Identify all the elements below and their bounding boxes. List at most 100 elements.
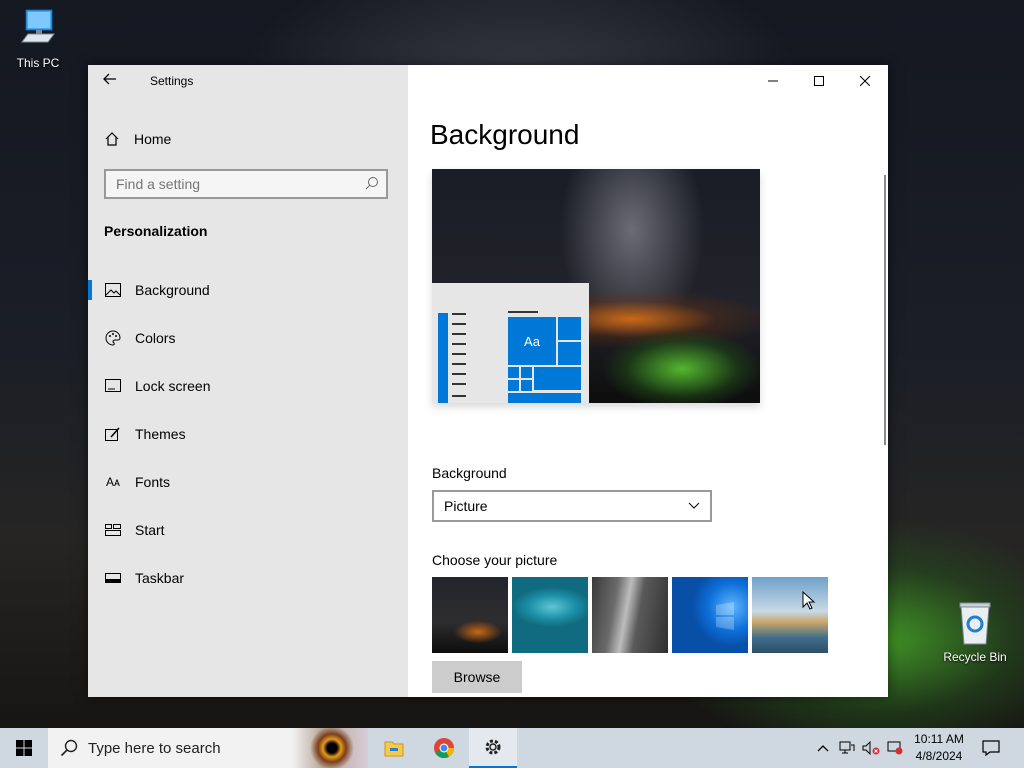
dropdown-value: Picture bbox=[444, 498, 488, 514]
search-highlight-image bbox=[292, 728, 368, 768]
sidebar-item-label: Start bbox=[135, 522, 165, 538]
action-center-button[interactable] bbox=[976, 728, 1006, 768]
preview-tile bbox=[508, 367, 519, 378]
close-icon bbox=[860, 76, 870, 86]
this-pc-desktop-icon[interactable]: This PC bbox=[0, 8, 76, 70]
preview-start-menu: Aa bbox=[432, 283, 589, 403]
home-label: Home bbox=[134, 131, 172, 147]
scrollbar[interactable] bbox=[884, 175, 886, 445]
preview-tile bbox=[521, 380, 532, 391]
preview-line bbox=[452, 373, 466, 375]
minimize-icon bbox=[768, 80, 778, 82]
clock-date: 4/8/2024 bbox=[915, 749, 963, 763]
choose-picture-label: Choose your picture bbox=[432, 552, 558, 568]
preview-line bbox=[452, 395, 466, 397]
taskbar-icon bbox=[104, 569, 122, 587]
background-type-dropdown[interactable]: Picture bbox=[432, 490, 712, 522]
main-content: Background Aa Background Picture Choose … bbox=[408, 65, 888, 697]
volume-tray-button[interactable] bbox=[860, 728, 882, 768]
preview-line bbox=[452, 313, 466, 315]
search-icon bbox=[60, 739, 78, 757]
recycle-bin-desktop-icon[interactable]: Recycle Bin bbox=[937, 600, 1013, 664]
back-button[interactable] bbox=[98, 71, 122, 91]
preview-line bbox=[452, 323, 466, 325]
picture-icon bbox=[104, 281, 122, 299]
picture-thumbnail-beach[interactable] bbox=[752, 577, 828, 653]
taskbar-app-file-explorer[interactable] bbox=[370, 728, 418, 768]
maximize-icon bbox=[814, 76, 824, 86]
settings-icon bbox=[485, 739, 501, 755]
preview-tile bbox=[508, 393, 581, 403]
sidebar-item-fonts[interactable]: Aᴀ Fonts bbox=[88, 462, 408, 502]
page-title: Background bbox=[430, 119, 580, 150]
home-nav-item[interactable]: Home bbox=[104, 127, 171, 151]
sidebar-item-label: Colors bbox=[135, 330, 176, 346]
find-setting-input[interactable] bbox=[106, 171, 356, 197]
search-icon bbox=[365, 177, 378, 190]
find-setting-search[interactable] bbox=[104, 169, 388, 199]
sidebar-item-colors[interactable]: Colors bbox=[88, 318, 408, 358]
section-title: Personalization bbox=[104, 223, 208, 239]
sidebar-item-themes[interactable]: Themes bbox=[88, 414, 408, 454]
lock-screen-icon bbox=[104, 377, 122, 395]
device-tray-button[interactable] bbox=[884, 728, 906, 768]
back-arrow-icon bbox=[103, 73, 116, 85]
sidebar-item-label: Taskbar bbox=[135, 570, 185, 586]
browse-button[interactable]: Browse bbox=[432, 661, 522, 693]
taskbar-clock[interactable]: 10:11 AM 4/8/2024 bbox=[906, 731, 972, 765]
sidebar-item-label: Background bbox=[135, 282, 210, 298]
chrome-icon bbox=[434, 738, 455, 759]
chevron-up-icon bbox=[817, 745, 829, 752]
start-icon bbox=[104, 521, 122, 539]
notifications-icon bbox=[982, 740, 1000, 756]
sidebar-item-label: Fonts bbox=[135, 474, 171, 490]
windows-logo-shape bbox=[716, 602, 734, 630]
this-pc-label: This PC bbox=[16, 56, 60, 70]
chevron-down-icon bbox=[688, 502, 700, 509]
picture-thumbnail-night-tent[interactable] bbox=[432, 577, 508, 653]
recycle-bin-label: Recycle Bin bbox=[943, 650, 1007, 664]
preview-line bbox=[452, 333, 466, 335]
picture-thumbnail-underwater[interactable] bbox=[512, 577, 588, 653]
preview-tile bbox=[521, 367, 532, 378]
taskbar-app-chrome[interactable] bbox=[420, 728, 468, 768]
preview-tile bbox=[558, 317, 581, 340]
windows-start-icon bbox=[16, 740, 32, 756]
preview-line bbox=[452, 353, 466, 355]
fonts-icon: Aᴀ bbox=[106, 475, 120, 489]
preview-tile: Aa bbox=[508, 317, 556, 365]
sidebar-item-label: Themes bbox=[135, 426, 186, 442]
background-preview: Aa bbox=[432, 169, 760, 403]
sidebar-item-lock-screen[interactable]: Lock screen bbox=[88, 366, 408, 406]
recycle-bin-icon bbox=[959, 602, 991, 645]
preview-tile bbox=[508, 380, 519, 391]
window-title: Settings bbox=[150, 74, 194, 88]
maximize-button[interactable] bbox=[796, 65, 842, 97]
mouse-cursor-icon bbox=[802, 591, 816, 610]
close-button[interactable] bbox=[842, 65, 888, 97]
device-status-icon bbox=[887, 741, 903, 755]
minimize-button[interactable] bbox=[750, 65, 796, 97]
taskbar-search-box[interactable]: Type here to search bbox=[48, 728, 368, 768]
sidebar-item-taskbar[interactable]: Taskbar bbox=[88, 558, 408, 598]
home-icon bbox=[105, 132, 119, 146]
sidebar-item-label: Lock screen bbox=[135, 378, 211, 394]
show-hidden-icons-button[interactable] bbox=[812, 728, 834, 768]
volume-muted-icon bbox=[862, 741, 880, 755]
network-icon bbox=[839, 741, 855, 754]
taskbar-app-settings[interactable] bbox=[469, 728, 517, 768]
preview-line bbox=[452, 343, 466, 345]
file-explorer-icon bbox=[384, 741, 404, 757]
picture-thumbnail-windows[interactable] bbox=[672, 577, 748, 653]
preview-line bbox=[452, 363, 466, 365]
start-button[interactable] bbox=[0, 728, 48, 768]
themes-icon bbox=[104, 425, 122, 443]
picture-thumbnail-rock[interactable] bbox=[592, 577, 668, 653]
preview-tile bbox=[558, 342, 581, 365]
sidebar-item-start[interactable]: Start bbox=[88, 510, 408, 550]
sidebar-item-background[interactable]: Background bbox=[88, 270, 408, 310]
taskbar: Type here to search 10:11 AM 4/8/2024 bbox=[0, 728, 1024, 768]
settings-window: Settings Home Personalization Background… bbox=[88, 65, 888, 697]
preview-start-sidebar bbox=[438, 313, 448, 403]
network-tray-button[interactable] bbox=[836, 728, 858, 768]
